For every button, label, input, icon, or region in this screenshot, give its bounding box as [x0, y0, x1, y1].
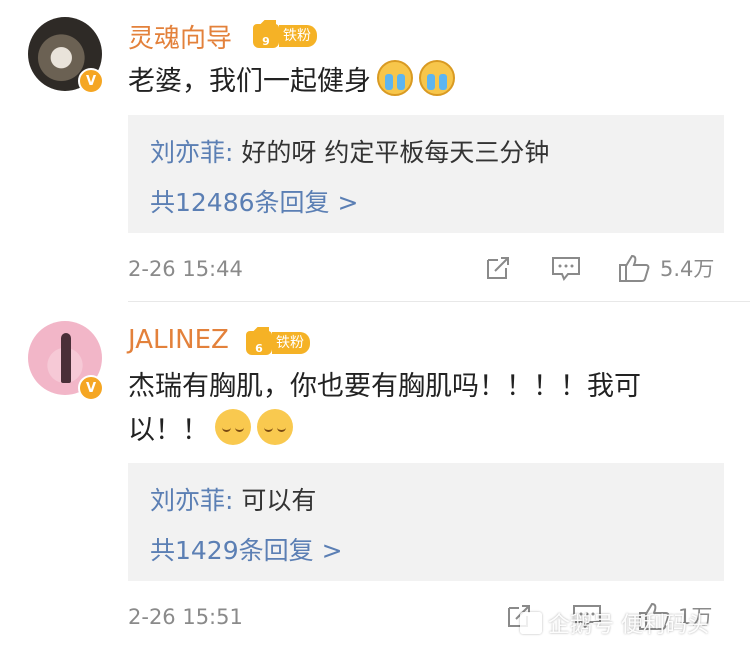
- crying-emoji-icon: [377, 60, 413, 96]
- username[interactable]: 灵魂向导: [128, 18, 232, 55]
- reply-line: 刘亦菲: 好的呀 约定平板每天三分钟: [150, 133, 549, 169]
- reply-line: 刘亦菲: 可以有: [150, 481, 316, 517]
- fan-badge-label: 铁粉: [279, 25, 317, 47]
- fan-badge[interactable]: 6 铁粉: [246, 327, 310, 355]
- like-button[interactable]: 5.4万: [618, 253, 714, 283]
- reply-box[interactable]: 刘亦菲: 可以有 共1429条回复 >: [128, 463, 724, 581]
- reply-text: 可以有: [241, 486, 317, 515]
- reply-author[interactable]: 刘亦菲:: [150, 486, 233, 515]
- thumbs-up-icon: [619, 254, 650, 282]
- more-replies-link[interactable]: 共12486条回复 >: [150, 183, 358, 219]
- comment-text: 老婆，我们一起健身: [128, 60, 718, 104]
- comment-item: V JALINEZ 6 铁粉 杰瑞有胸肌，你也要有胸肌吗！！！！我可以！！ 刘亦…: [0, 305, 750, 649]
- crown-icon: 6: [246, 327, 272, 355]
- share-icon: [487, 257, 509, 279]
- comment-item: V 灵魂向导 9 铁粉 老婆，我们一起健身 刘亦菲: 好的呀 约定平板每天三分钟…: [0, 0, 750, 300]
- shy-emoji-icon: [257, 409, 293, 445]
- reply-text: 好的呀 约定平板每天三分钟: [241, 138, 550, 167]
- crown-icon: 9: [253, 20, 279, 48]
- fan-badge-label: 铁粉: [272, 332, 310, 354]
- crying-emoji-icon: [419, 60, 455, 96]
- comment-text: 杰瑞有胸肌，你也要有胸肌吗！！！！我可以！！: [128, 365, 718, 453]
- like-count: 5.4万: [660, 257, 715, 281]
- watermark: 企鹅号 便利码头: [520, 607, 709, 639]
- share-button[interactable]: [484, 255, 512, 281]
- shy-emoji-icon: [215, 409, 251, 445]
- more-replies-link[interactable]: 共1429条回复 >: [150, 531, 343, 567]
- watermark-text: 企鹅号 便利码头: [548, 613, 709, 638]
- username[interactable]: JALINEZ: [128, 325, 229, 355]
- reply-author[interactable]: 刘亦菲:: [150, 138, 233, 167]
- verified-badge-icon: V: [78, 68, 104, 94]
- comment-time: 2-26 15:51: [128, 605, 243, 629]
- comment-button[interactable]: [551, 255, 581, 281]
- fan-badge[interactable]: 9 铁粉: [253, 20, 317, 48]
- reply-box[interactable]: 刘亦菲: 好的呀 约定平板每天三分钟 共12486条回复 >: [128, 115, 724, 233]
- penguin-logo-icon: [520, 612, 542, 634]
- comment-icon: [552, 257, 580, 281]
- comment-text-body: 老婆，我们一起健身: [128, 66, 371, 97]
- verified-badge-icon: V: [78, 375, 104, 401]
- comment-divider: [128, 301, 750, 302]
- comment-text-body: 杰瑞有胸肌，你也要有胸肌吗！！！！我可以！！: [128, 371, 641, 446]
- comment-time: 2-26 15:44: [128, 257, 243, 281]
